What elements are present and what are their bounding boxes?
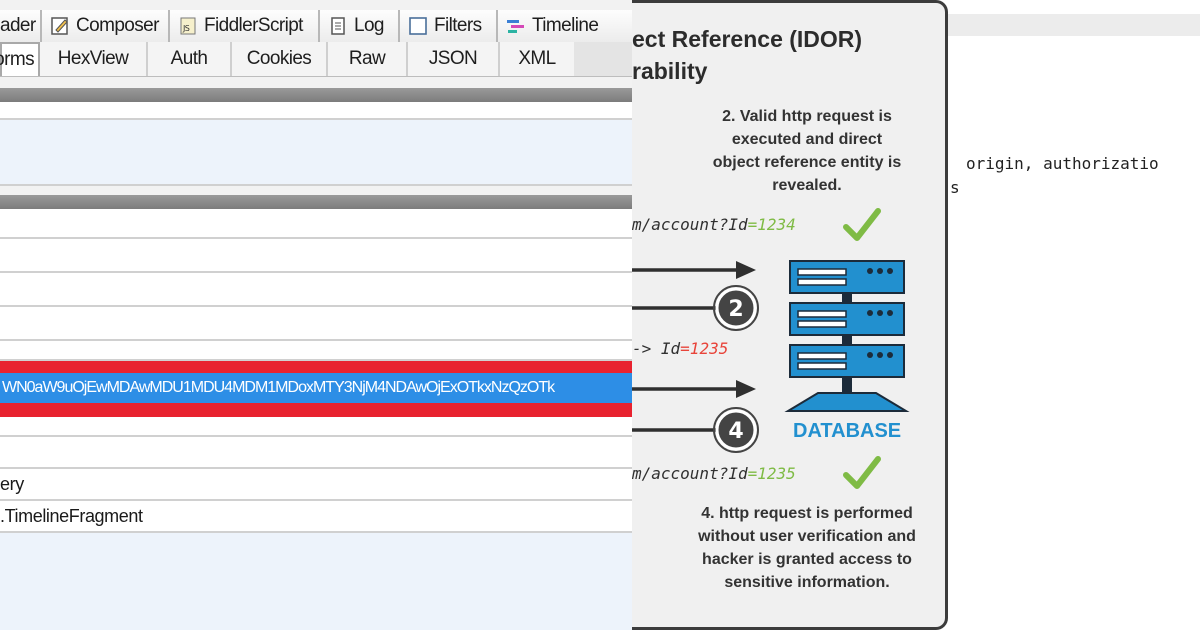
step-4-description: 4. http request is performed without use… [698,505,916,591]
tab-cookies[interactable]: Cookies [232,42,328,76]
id-value-accessed: =1235 [747,464,796,483]
tab-fiddlerscript[interactable]: JS FiddlerScript [170,10,320,42]
grid-row[interactable] [0,273,632,307]
grid-row[interactable] [0,341,632,361]
highlight-border-top [0,361,632,373]
fiddler-top-tabs: ader Composer JS FiddlerScript Log Filte… [0,10,632,42]
code-panel-header [948,14,1200,36]
grid-row[interactable] [0,120,632,186]
svg-text:2: 2 [728,297,743,322]
grid-row[interactable] [0,209,632,239]
code-panel: origin, authorizatio s [948,0,1200,630]
tab-webforms[interactable]: orms [0,42,40,76]
badge-4: 4 [632,407,759,453]
log-icon [328,16,348,36]
code-line: origin, authorizatio [966,154,1159,173]
tab-log[interactable]: Log [320,10,400,42]
idor-infographic: ect Reference (IDOR) rability 2. Valid h… [632,0,948,630]
svg-text:JS: JS [182,24,190,33]
grid-row[interactable] [0,307,632,341]
checkbox-icon [408,16,428,36]
tab-auth[interactable]: Auth [148,42,232,76]
grid-row[interactable]: .TimelineFragment [0,501,632,533]
request-url-1: m/account?Id=1234 [632,215,796,234]
composer-icon [50,16,70,36]
timeline-icon [506,16,526,36]
database-label: DATABASE [793,420,902,442]
check-icon [843,208,881,241]
fiddler-panel: ader Composer JS FiddlerScript Log Filte… [0,0,632,630]
code-line: s [950,178,960,197]
infographic-title: ect Reference (IDOR) rability [632,26,863,84]
arrow-right-icon [632,261,756,279]
tab-inspectors[interactable]: ader [0,10,42,42]
svg-text:4: 4 [728,419,743,444]
grid-row[interactable] [0,102,632,120]
tampered-id: -> Id=1235 [632,339,729,358]
selected-token-row[interactable]: WN0aW9uOjEwMDAwMDU1MDU4MDM1MDoxMTY3NjM4N… [0,373,632,403]
tab-raw[interactable]: Raw [328,42,408,76]
tab-filters[interactable]: Filters [400,10,498,42]
tab-hexview[interactable]: HexView [40,42,148,76]
section-divider [0,195,632,209]
tab-composer[interactable]: Composer [42,10,170,42]
grid-row[interactable]: ery [0,469,632,501]
tab-xml[interactable]: XML [500,42,574,76]
grid-row[interactable] [0,239,632,273]
grid-row[interactable] [0,533,632,630]
row-query-text: ery [0,474,24,494]
request-url-2: m/account?Id=1235 [632,464,796,483]
badge-2: 2 [632,285,759,331]
arrow-right-icon [632,380,756,398]
row-fragment-text: .TimelineFragment [0,506,143,526]
script-icon: JS [178,16,198,36]
grid-row[interactable] [0,417,632,437]
id-value-tampered: =1235 [680,339,729,358]
database-server-icon [784,260,910,412]
highlight-border-bottom [0,403,632,417]
tab-timeline[interactable]: Timeline [498,10,632,42]
step-2-description: 2. Valid http request is executed and di… [712,108,902,194]
check-icon [843,456,881,489]
section-divider [0,88,632,102]
fiddler-inspector-tabs: orms HexView Auth Cookies Raw JSON XML [0,42,632,77]
id-value-valid: =1234 [747,215,796,234]
grid-row[interactable] [0,437,632,469]
tab-json[interactable]: JSON [408,42,500,76]
